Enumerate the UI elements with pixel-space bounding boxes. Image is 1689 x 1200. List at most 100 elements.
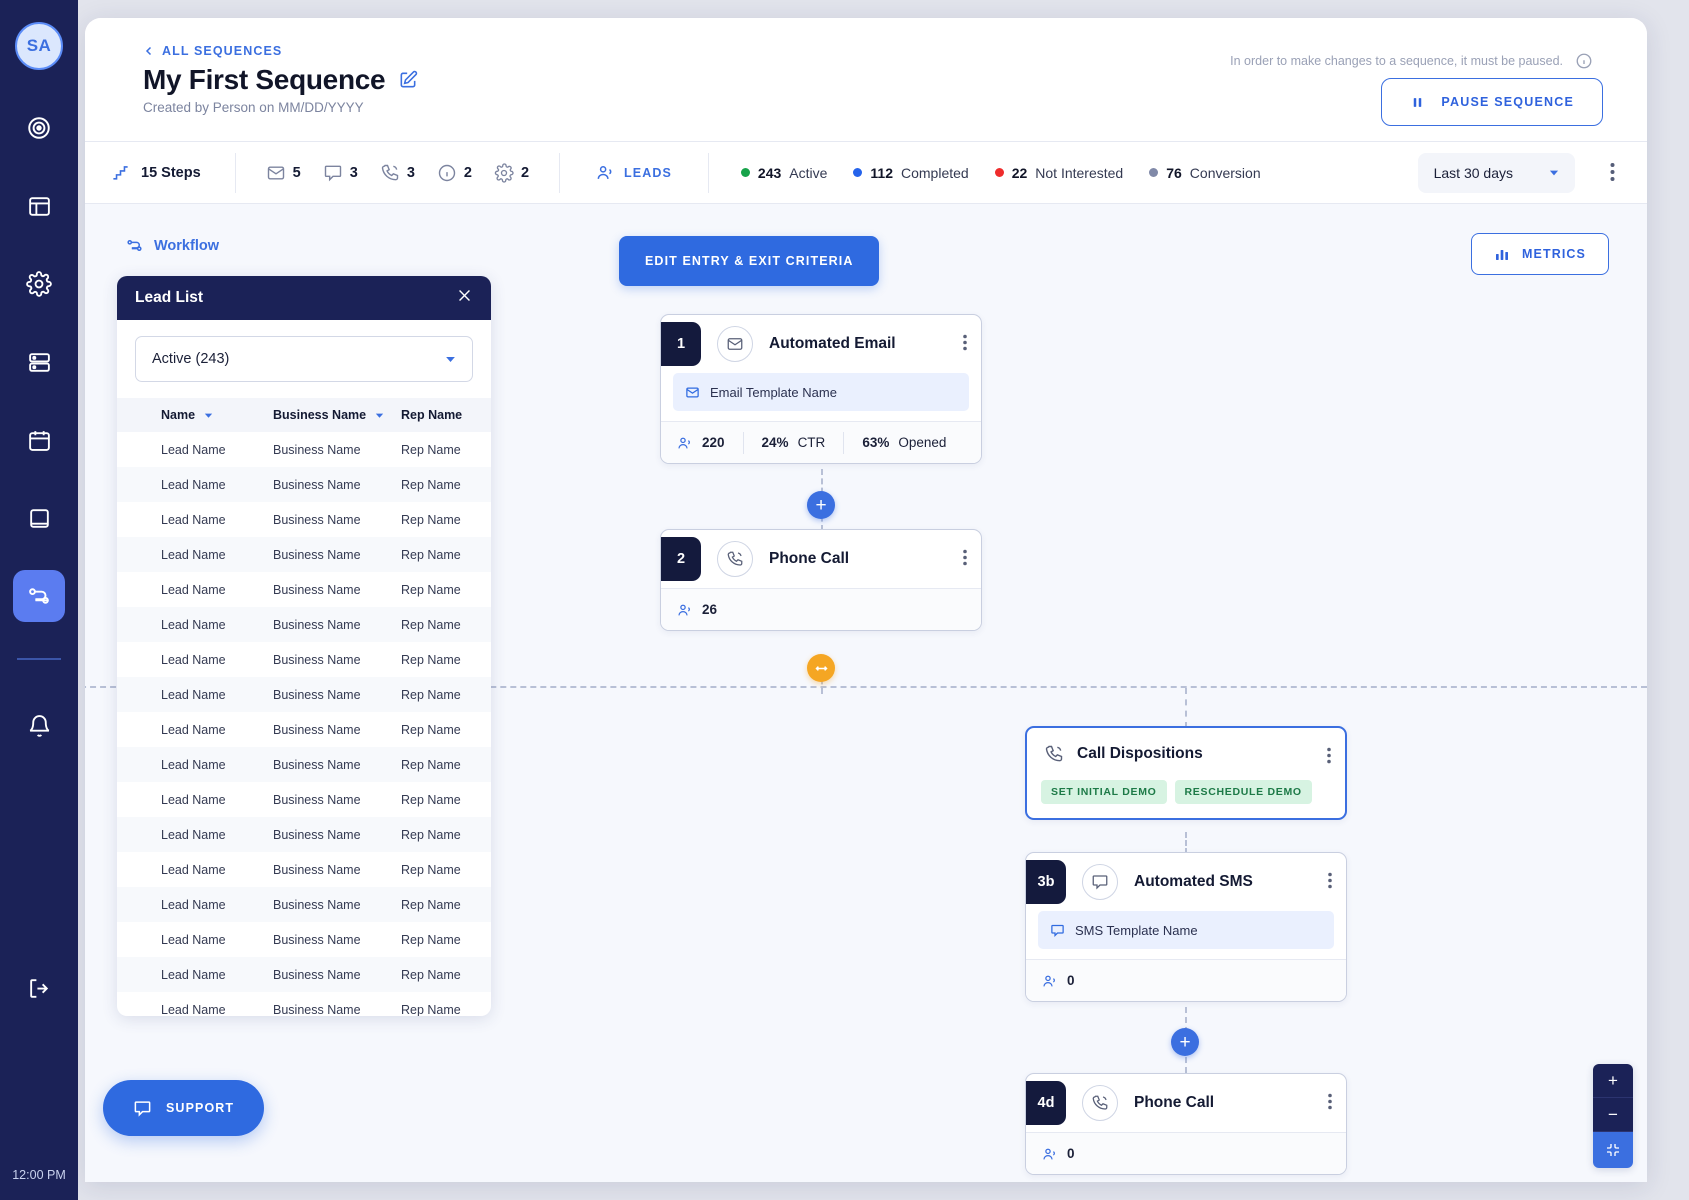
metrics-button[interactable]: METRICS [1471, 233, 1609, 275]
cell-business: Business Name [273, 862, 361, 877]
table-row[interactable]: Lead Name Business Name Rep Name [117, 957, 491, 992]
zoom-in-button[interactable]: + [1593, 1064, 1633, 1098]
calendar-icon[interactable] [13, 414, 65, 466]
table-row[interactable]: Lead Name Business Name Rep Name [117, 817, 491, 852]
step-badge: 4d [1026, 1081, 1066, 1125]
table-row[interactable]: Lead Name Business Name Rep Name [117, 572, 491, 607]
table-row[interactable]: Lead Name Business Name Rep Name [117, 887, 491, 922]
table-row[interactable]: Lead Name Business Name Rep Name [117, 992, 491, 1017]
metric-value: 220 [702, 435, 725, 450]
column-header-name[interactable]: Name [161, 408, 273, 422]
sms-template-chip[interactable]: SMS Template Name [1038, 911, 1334, 949]
cell-name: Lead Name [161, 827, 226, 842]
table-row[interactable]: Lead Name Business Name Rep Name [117, 432, 491, 467]
fit-screen-button[interactable] [1593, 1132, 1633, 1168]
sort-down-icon [375, 413, 384, 418]
status-dot [994, 168, 1004, 177]
info-icon[interactable] [1575, 52, 1593, 75]
fit-screen-icon [1607, 1144, 1619, 1156]
close-icon[interactable] [456, 287, 473, 309]
gear-icon[interactable] [13, 258, 65, 310]
node-metrics: 0 [1026, 959, 1346, 1001]
cell-rep: Rep Name [401, 1002, 461, 1017]
node-menu-button[interactable] [963, 549, 967, 571]
pause-sequence-button[interactable]: PAUSE SEQUENCE [1381, 78, 1603, 126]
leads-tab[interactable]: LEADS [560, 142, 708, 204]
email-template-chip[interactable]: Email Template Name [673, 373, 969, 411]
table-row[interactable]: Lead Name Business Name Rep Name [117, 642, 491, 677]
lead-filter-select[interactable]: Active (243) [135, 336, 473, 382]
support-button[interactable]: SUPPORT [103, 1080, 265, 1136]
node-phone-call[interactable]: 2 Phone Call 26 [660, 529, 982, 631]
phone-icon [1041, 736, 1067, 772]
target-icon[interactable] [13, 102, 65, 154]
table-row[interactable]: Lead Name Business Name Rep Name [117, 782, 491, 817]
branch-split-icon[interactable] [807, 654, 835, 682]
metric-opened: 63% Opened [844, 432, 964, 454]
add-step-button-1[interactable]: + [807, 491, 835, 519]
edit-criteria-button[interactable]: EDIT ENTRY & EXIT CRITERIA [619, 236, 880, 286]
cell-name: Lead Name [161, 442, 226, 457]
chat-count: 3 [323, 163, 358, 183]
disposition-tag[interactable]: SET INITIAL DEMO [1041, 780, 1167, 804]
node-menu-button[interactable] [1327, 747, 1331, 769]
server-icon[interactable] [13, 336, 65, 388]
breadcrumb-label: ALL SEQUENCES [162, 44, 283, 58]
leads-tab-label: LEADS [624, 165, 672, 180]
people-icon [677, 602, 693, 618]
steps-label: 15 Steps [141, 164, 201, 181]
cell-name: Lead Name [161, 897, 226, 912]
metric-recipients: 26 [677, 599, 735, 621]
status-dot [740, 168, 750, 177]
table-row[interactable]: Lead Name Business Name Rep Name [117, 467, 491, 502]
table-row[interactable]: Lead Name Business Name Rep Name [117, 922, 491, 957]
cell-business: Business Name [273, 652, 361, 667]
cell-business: Business Name [273, 932, 361, 947]
cell-name: Lead Name [161, 1002, 226, 1017]
logout-icon[interactable] [13, 962, 65, 1014]
cell-name: Lead Name [161, 967, 226, 982]
node-menu-button[interactable] [963, 334, 967, 356]
column-header-business[interactable]: Business Name [273, 408, 401, 422]
more-options-button[interactable] [1610, 162, 1615, 187]
disposition-tag[interactable]: RESCHEDULE DEMO [1174, 780, 1312, 804]
zoom-out-button[interactable]: − [1593, 1098, 1633, 1132]
table-row[interactable]: Lead Name Business Name Rep Name [117, 747, 491, 782]
bar-chart-icon [1496, 250, 1509, 260]
table-row[interactable]: Lead Name Business Name Rep Name [117, 607, 491, 642]
cell-business: Business Name [273, 722, 361, 737]
node-menu-button[interactable] [1328, 872, 1332, 894]
cell-name: Lead Name [161, 687, 226, 702]
node-call-dispositions[interactable]: Call Dispositions SET INITIAL DEMO RESCH… [1025, 726, 1347, 820]
node-menu-button[interactable] [1328, 1093, 1332, 1115]
cell-rep: Rep Name [401, 862, 461, 877]
layout-icon[interactable] [13, 180, 65, 232]
column-header-rep[interactable]: Rep Name [401, 408, 491, 422]
node-phone-call-4d[interactable]: 4d Phone Call 0 [1025, 1073, 1347, 1175]
table-row[interactable]: Lead Name Business Name Rep Name [117, 712, 491, 747]
table-row[interactable]: Lead Name Business Name Rep Name [117, 502, 491, 537]
legend-label: Completed [901, 164, 969, 181]
book-icon[interactable] [13, 492, 65, 544]
legend-label: Active [789, 164, 828, 181]
metric-recipients: 0 [1042, 1143, 1093, 1165]
cell-name: Lead Name [161, 862, 226, 877]
table-row[interactable]: Lead Name Business Name Rep Name [117, 852, 491, 887]
workflow-canvas: Workflow EDIT ENTRY & EXIT CRITERIA METR… [85, 204, 1647, 1182]
table-row[interactable]: Lead Name Business Name Rep Name [117, 677, 491, 712]
node-automated-email[interactable]: 1 Automated Email Email Template Name 22… [660, 314, 982, 464]
sidebar-item-workflow[interactable] [13, 570, 65, 622]
node-automated-sms[interactable]: 3b Automated SMS SMS Template Name 0 [1025, 852, 1347, 1002]
date-range-select[interactable]: Last 30 days [1417, 153, 1575, 193]
add-step-button-2[interactable]: + [1171, 1028, 1199, 1056]
workflow-breadcrumb[interactable]: Workflow [125, 236, 219, 255]
table-row[interactable]: Lead Name Business Name Rep Name [117, 537, 491, 572]
edit-icon[interactable] [398, 70, 418, 90]
cell-rep: Rep Name [401, 932, 461, 947]
info-icon [437, 163, 457, 183]
avatar[interactable]: SA [15, 22, 63, 70]
cell-business: Business Name [273, 617, 361, 632]
metric-value: 63% [862, 435, 890, 450]
legend-value: 76 [1166, 164, 1182, 181]
bell-icon[interactable] [13, 700, 65, 752]
